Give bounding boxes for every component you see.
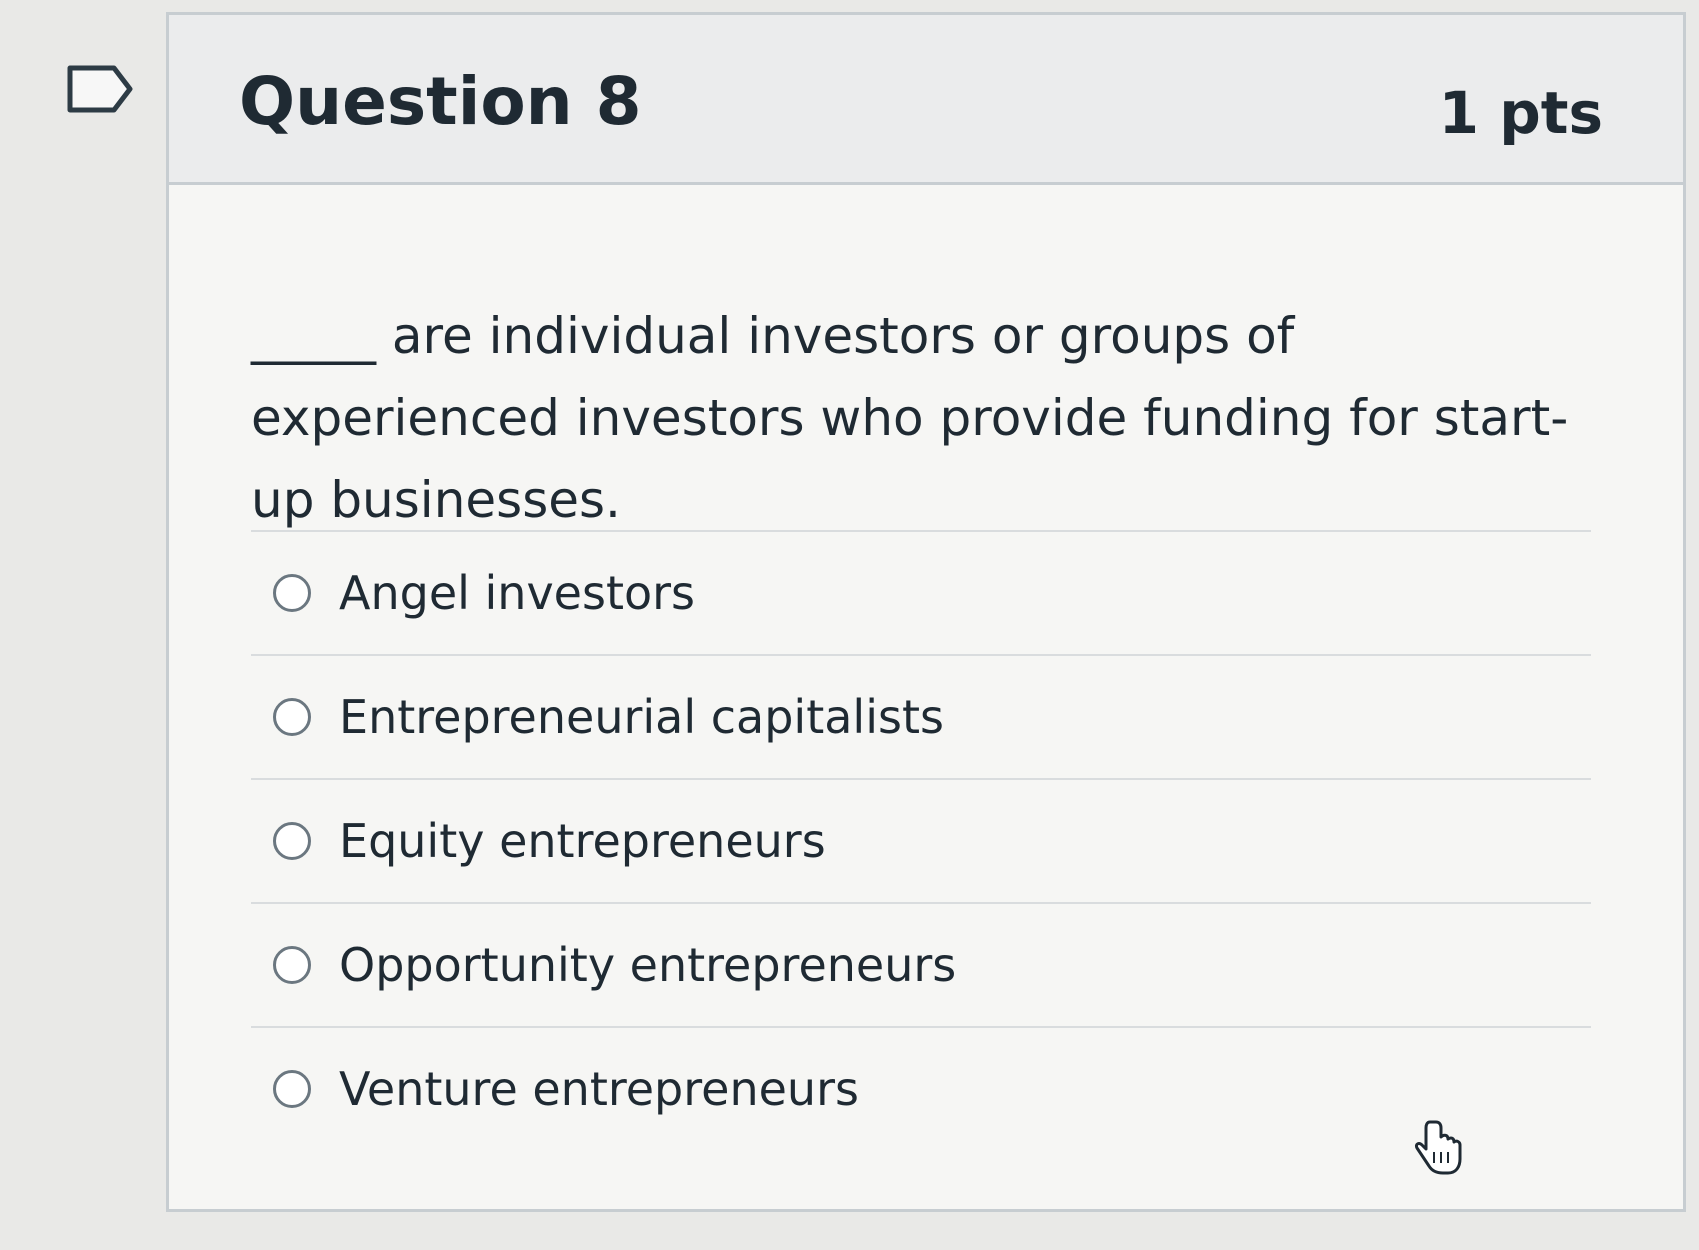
answer-option-entrepreneurial-capitalists[interactable]: Entrepreneurial capitalists (251, 654, 1591, 778)
question-header: Question 8 1 pts (169, 15, 1683, 185)
answer-label: Entrepreneurial capitalists (339, 690, 944, 744)
answer-radio[interactable] (273, 946, 311, 984)
answer-list: Angel investors Entrepreneurial capitali… (251, 530, 1591, 1150)
question-title: Question 8 (239, 63, 642, 140)
answer-label: Equity entrepreneurs (339, 814, 826, 868)
question-points: 1 pts (1438, 79, 1603, 147)
answer-radio[interactable] (273, 822, 311, 860)
answer-label: Angel investors (339, 566, 696, 620)
answer-option-angel-investors[interactable]: Angel investors (251, 530, 1591, 654)
answer-label: Opportunity entrepreneurs (339, 938, 957, 992)
answer-option-equity-entrepreneurs[interactable]: Equity entrepreneurs (251, 778, 1591, 902)
flag-question-icon[interactable] (66, 64, 136, 114)
answer-radio[interactable] (273, 1070, 311, 1108)
answer-option-venture-entrepreneurs[interactable]: Venture entrepreneurs (251, 1026, 1591, 1150)
answer-label: Venture entrepreneurs (339, 1062, 859, 1116)
question-card: Question 8 1 pts _____ are individual in… (166, 12, 1686, 1212)
answer-radio[interactable] (273, 698, 311, 736)
hand-pointer-cursor-icon (1415, 1120, 1462, 1175)
answer-option-opportunity-entrepreneurs[interactable]: Opportunity entrepreneurs (251, 902, 1591, 1026)
answer-radio[interactable] (273, 574, 311, 612)
question-text: _____ are individual investors or groups… (251, 307, 1569, 529)
